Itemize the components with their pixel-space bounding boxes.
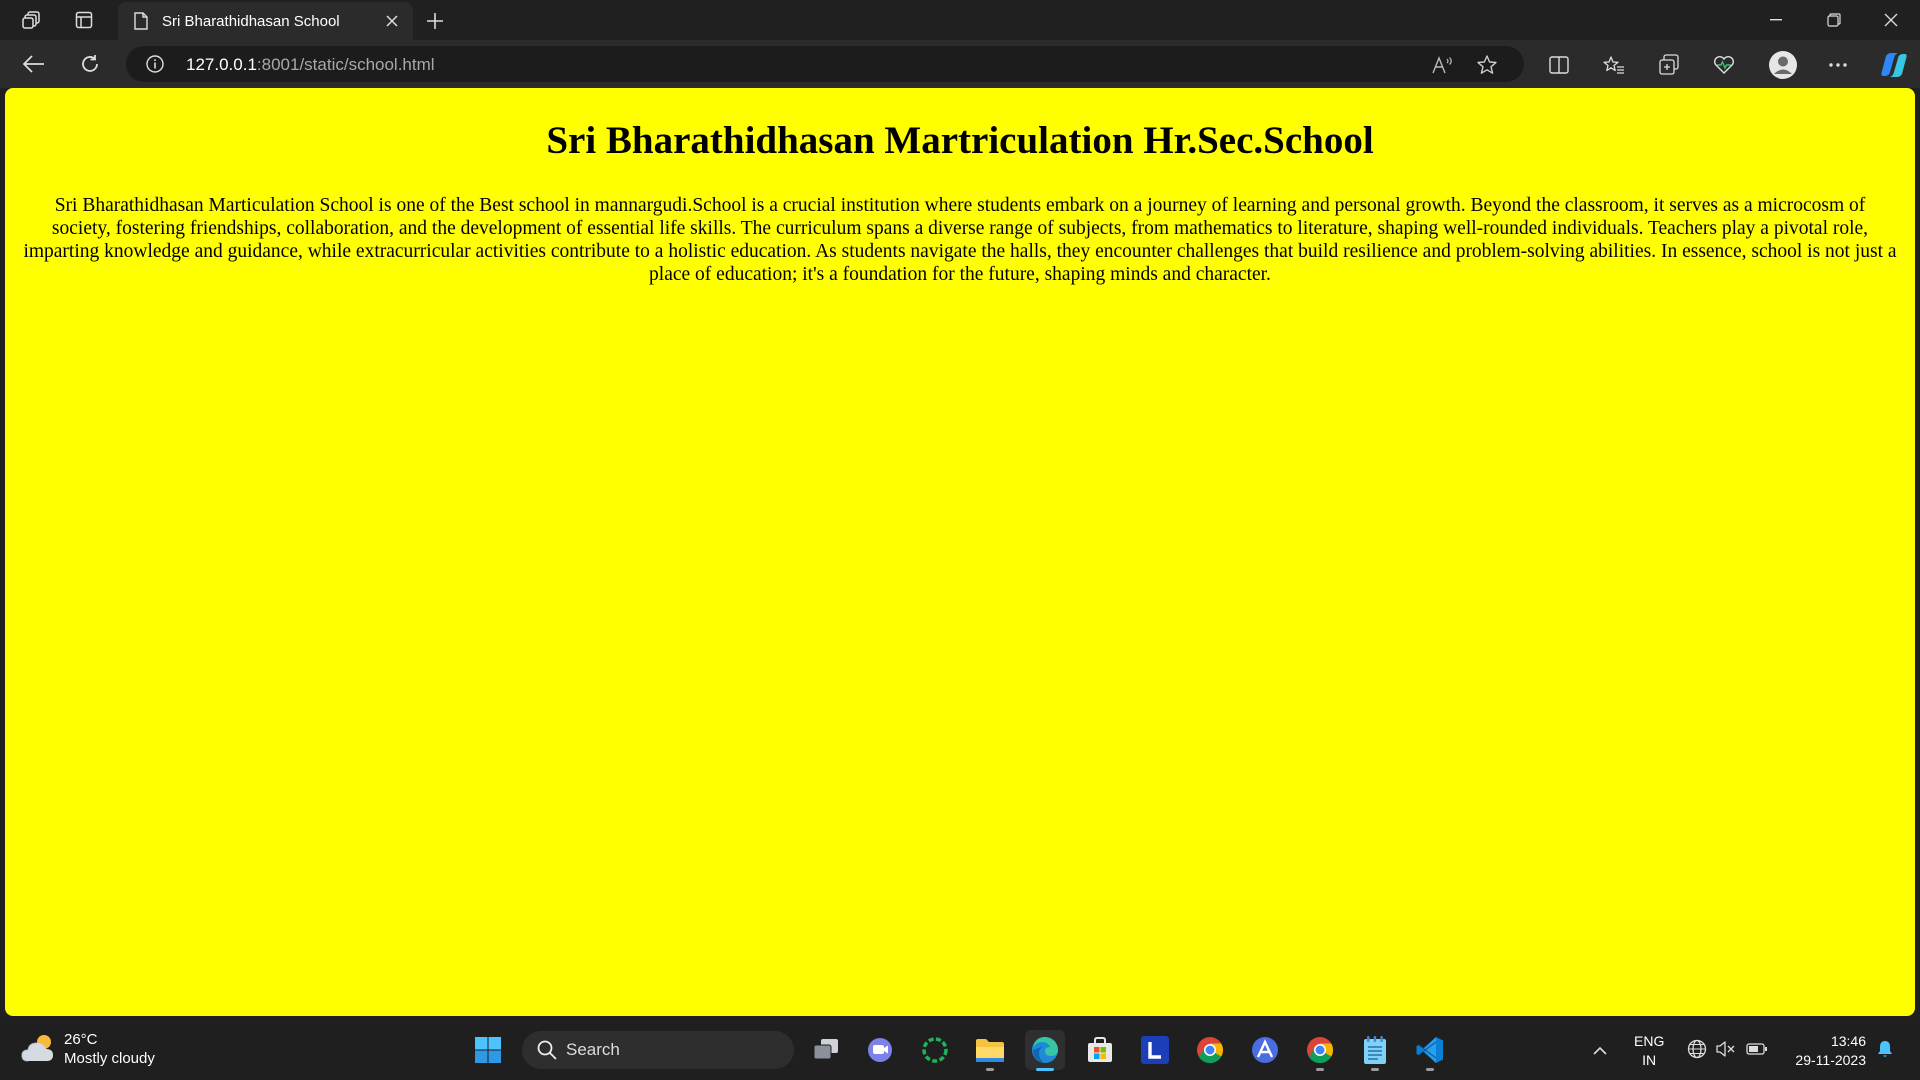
input-language[interactable]: ENG IN [1634, 1032, 1664, 1070]
clock[interactable]: 13:46 29-11-2023 [1782, 1032, 1866, 1070]
search-label: Search [566, 1040, 620, 1059]
copilot-icon[interactable] [1879, 50, 1909, 80]
weather-widget[interactable]: 26°C Mostly cloudy [20, 1030, 155, 1068]
weather-temp: 26°C [64, 1031, 98, 1048]
read-aloud-icon[interactable] [1432, 54, 1454, 76]
search-icon [536, 1039, 558, 1061]
volume-muted-icon[interactable] [1714, 1038, 1736, 1060]
file-explorer-icon[interactable] [970, 1030, 1010, 1071]
running-indicator [1426, 1068, 1434, 1071]
chrome-profile-icon[interactable] [1300, 1030, 1340, 1071]
active-indicator [1036, 1068, 1054, 1071]
tab-active[interactable]: Sri Bharathidhasan School [118, 2, 413, 40]
page-favicon-icon [132, 12, 150, 30]
favorites-icon[interactable] [1601, 52, 1627, 78]
split-screen-icon[interactable] [1546, 52, 1572, 78]
windows-taskbar: 26°C Mostly cloudy Search ENG IN 13:46 2… [0, 1020, 1920, 1080]
weather-condition: Mostly cloudy [64, 1050, 155, 1067]
web-page: Sri Bharathidhasan Martriculation Hr.Sec… [5, 88, 1915, 1016]
network-globe-icon[interactable] [1686, 1038, 1708, 1060]
browser-essentials-icon[interactable] [1711, 52, 1737, 78]
tab-actions-icon[interactable] [72, 8, 96, 32]
battery-icon[interactable] [1746, 1038, 1768, 1060]
browser-toolbar: 127.0.0.1:8001/static/school.html [0, 40, 1920, 88]
lang-line2: IN [1642, 1052, 1657, 1068]
notepad-icon[interactable] [1355, 1030, 1395, 1071]
url-text: 127.0.0.1:8001/static/school.html [186, 55, 435, 75]
url-path: :8001/static/school.html [256, 55, 435, 74]
l-app-icon[interactable] [1135, 1030, 1175, 1070]
page-title: Sri Bharathidhasan Martriculation Hr.Sec… [546, 119, 1374, 162]
back-button[interactable] [20, 50, 48, 78]
teams-chat-icon[interactable] [860, 1030, 900, 1070]
workspaces-icon[interactable] [20, 8, 44, 32]
clock-date: 29-11-2023 [1795, 1052, 1866, 1068]
url-host: 127.0.0.1 [186, 55, 257, 74]
running-indicator [1316, 1068, 1324, 1071]
clock-time: 13:46 [1830, 1033, 1866, 1049]
chrome-icon[interactable] [1190, 1030, 1230, 1070]
collections-icon[interactable] [1656, 52, 1682, 78]
page-description: Sri Bharathidhasan Marticulation School … [23, 195, 1897, 285]
favorite-star-icon[interactable] [1476, 54, 1498, 76]
lang-line1: ENG [1634, 1033, 1665, 1049]
browser-tab-strip: Sri Bharathidhasan School [0, 0, 1920, 40]
task-view-icon[interactable] [806, 1030, 846, 1070]
show-hidden-icons-chevron-icon[interactable] [1588, 1038, 1612, 1062]
cloudy-weather-icon [20, 1031, 60, 1067]
minimize-button[interactable] [1747, 0, 1805, 40]
tab-close-icon[interactable] [381, 10, 403, 32]
app-loader-icon[interactable] [915, 1030, 955, 1070]
tab-title: Sri Bharathidhasan School [162, 12, 340, 30]
vscode-icon[interactable] [1410, 1030, 1450, 1071]
start-button[interactable] [468, 1030, 508, 1070]
refresh-button[interactable] [76, 50, 104, 78]
close-window-button[interactable] [1862, 0, 1920, 40]
microsoft-store-icon[interactable] [1080, 1030, 1120, 1070]
new-tab-button[interactable] [420, 6, 450, 36]
running-indicator [1371, 1068, 1379, 1071]
running-indicator [986, 1068, 994, 1071]
arc-app-icon[interactable] [1245, 1030, 1285, 1070]
site-info-icon[interactable] [146, 55, 164, 73]
taskbar-search[interactable]: Search [522, 1031, 794, 1069]
address-bar[interactable]: 127.0.0.1:8001/static/school.html [126, 46, 1524, 82]
profile-avatar[interactable] [1768, 50, 1798, 80]
restore-button[interactable] [1805, 0, 1863, 40]
notification-bell-icon[interactable] [1874, 1038, 1896, 1060]
settings-more-icon[interactable] [1825, 52, 1851, 78]
edge-icon[interactable] [1025, 1030, 1065, 1071]
